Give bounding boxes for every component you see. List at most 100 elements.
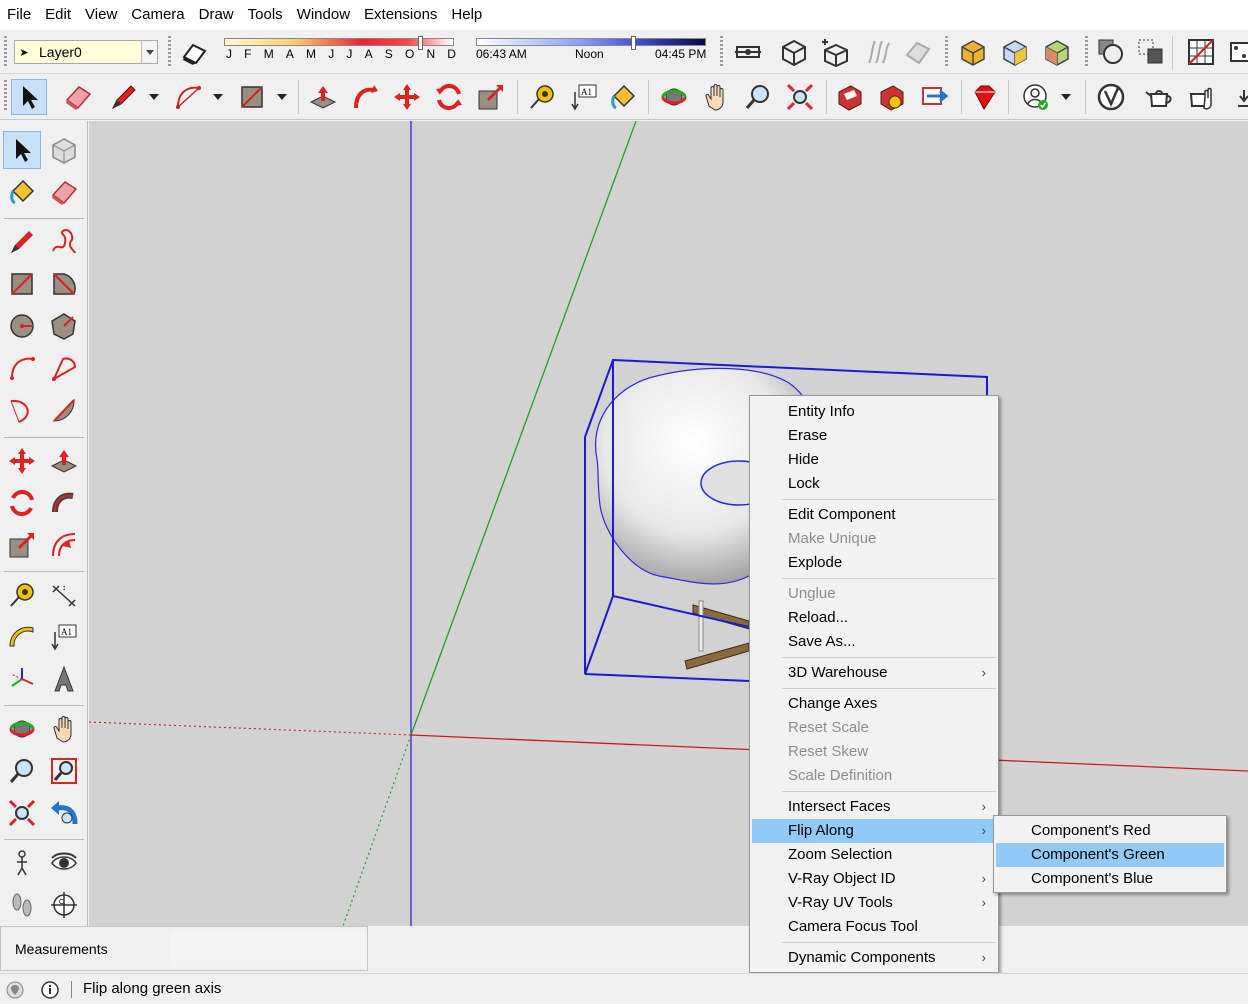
measurements-input[interactable] <box>171 931 365 967</box>
menu-item-edit-component[interactable]: Edit Component <box>752 503 996 527</box>
menu-item-change-axes[interactable]: Change Axes <box>752 692 996 716</box>
toolbar-grip[interactable] <box>720 36 723 68</box>
extension-warehouse-icon[interactable] <box>874 79 910 115</box>
axes-icon[interactable] <box>3 660 41 698</box>
chevron-down-icon[interactable] <box>149 79 159 115</box>
orbit-icon[interactable] <box>3 710 41 748</box>
move-icon[interactable] <box>3 442 41 480</box>
time-slider-track[interactable] <box>476 38 706 46</box>
interactive-render-icon[interactable] <box>1183 79 1219 115</box>
toolbar-overflow-icon[interactable] <box>1227 79 1248 115</box>
zoom-window-icon[interactable] <box>45 752 83 790</box>
menu-file[interactable]: File <box>0 0 38 30</box>
toolbar-grip[interactable] <box>945 36 948 68</box>
freehand-icon[interactable] <box>45 223 83 261</box>
follow-me-icon[interactable] <box>347 79 383 115</box>
three-point-arc-icon[interactable] <box>3 391 41 429</box>
time-slider-thumb[interactable] <box>631 36 636 50</box>
eraser-icon[interactable] <box>60 79 96 115</box>
circle-icon[interactable] <box>3 307 41 345</box>
position-camera-icon[interactable] <box>3 844 41 882</box>
style-shaded-icon[interactable] <box>997 34 1033 70</box>
pencil-icon[interactable] <box>106 79 142 115</box>
chevron-down-icon[interactable] <box>277 79 287 115</box>
follow-me-icon[interactable] <box>45 484 83 522</box>
walk-icon[interactable] <box>3 886 41 924</box>
menu-edit[interactable]: Edit <box>38 0 78 30</box>
geo-location-icon[interactable] <box>5 980 25 1000</box>
menu-item-save-as[interactable]: Save As... <box>752 630 996 654</box>
box-add-icon[interactable] <box>818 34 854 70</box>
rectangle-icon[interactable] <box>234 79 270 115</box>
menu-extensions[interactable]: Extensions <box>357 0 444 30</box>
text-tool-icon[interactable]: A1 <box>45 618 83 656</box>
chair-base[interactable] <box>684 600 750 670</box>
pie-icon[interactable] <box>45 391 83 429</box>
orbit-icon[interactable] <box>656 79 692 115</box>
menu-item-camera-focus-tool[interactable]: Camera Focus Tool <box>752 915 996 939</box>
menu-item-erase[interactable]: Erase <box>752 424 996 448</box>
chevron-down-icon[interactable] <box>141 41 157 63</box>
zoom-extents-icon[interactable] <box>3 794 41 832</box>
chevron-down-icon[interactable] <box>1061 79 1071 115</box>
info-icon[interactable] <box>40 980 60 1000</box>
dice-icon[interactable] <box>1222 34 1248 70</box>
move-icon[interactable] <box>389 79 425 115</box>
eraser-layer-icon[interactable] <box>176 34 212 70</box>
toolbar-grip[interactable] <box>168 36 171 68</box>
intersect-icon[interactable] <box>1133 34 1169 70</box>
vray-logo-icon[interactable] <box>1093 79 1129 115</box>
section-plane-icon[interactable]: C <box>45 886 83 924</box>
menu-window[interactable]: Window <box>290 0 357 30</box>
pan-hand-icon[interactable] <box>698 79 734 115</box>
select-tool-icon[interactable] <box>11 79 47 115</box>
paint-bucket-icon[interactable] <box>3 173 41 211</box>
3d-text-icon[interactable] <box>45 660 83 698</box>
eraser-icon[interactable] <box>45 173 83 211</box>
offset-icon[interactable] <box>45 526 83 564</box>
menu-tools[interactable]: Tools <box>241 0 290 30</box>
toolbar-grip[interactable] <box>4 36 7 68</box>
menu-item-dynamic-components[interactable]: Dynamic Components › <box>752 946 996 970</box>
style-textured-icon[interactable] <box>1039 34 1075 70</box>
zoom-icon[interactable] <box>740 79 776 115</box>
menu-item-component-blue[interactable]: Component's Blue <box>996 867 1224 891</box>
menu-item-component-green[interactable]: Component's Green <box>996 843 1224 867</box>
menu-item-component-red[interactable]: Component's Red <box>996 819 1224 843</box>
arc-icon[interactable] <box>170 79 206 115</box>
menu-draw[interactable]: Draw <box>192 0 241 30</box>
paint-bucket-icon[interactable] <box>605 79 641 115</box>
account-icon[interactable] <box>1018 79 1054 115</box>
push-pull-icon[interactable] <box>45 442 83 480</box>
tape-measure-icon[interactable] <box>524 79 560 115</box>
two-point-arc-icon[interactable] <box>45 349 83 387</box>
modeling-viewport[interactable] <box>89 121 1248 926</box>
menu-item-entity-info[interactable]: Entity Info <box>752 400 996 424</box>
style-xray-icon[interactable] <box>955 34 991 70</box>
previous-view-icon[interactable] <box>45 794 83 832</box>
menu-item-lock[interactable]: Lock <box>752 472 996 496</box>
menu-item-hide[interactable]: Hide <box>752 448 996 472</box>
menu-item-zoom-selection[interactable]: Zoom Selection <box>752 843 996 867</box>
text-tool-icon[interactable]: A1 <box>566 79 602 115</box>
pan-hand-icon[interactable] <box>45 710 83 748</box>
rotated-rectangle-icon[interactable] <box>45 265 83 303</box>
look-around-icon[interactable] <box>45 844 83 882</box>
menu-item-flip-along[interactable]: Flip Along › <box>752 819 996 843</box>
menu-item-vray-object-id[interactable]: V-Ray Object ID › <box>752 867 996 891</box>
menu-item-vray-uv-tools[interactable]: V-Ray UV Tools › <box>752 891 996 915</box>
pencil-icon[interactable] <box>3 223 41 261</box>
make-component-icon[interactable] <box>45 131 83 169</box>
zoom-extents-icon[interactable] <box>782 79 818 115</box>
toolbar-grip[interactable] <box>1085 36 1088 68</box>
ruby-console-icon[interactable] <box>966 79 1002 115</box>
zoom-icon[interactable] <box>3 752 41 790</box>
section-plane-icon[interactable] <box>730 34 766 70</box>
scene-canvas[interactable] <box>89 121 1248 926</box>
scale-icon[interactable] <box>473 79 509 115</box>
teapot-icon[interactable] <box>1141 79 1177 115</box>
chevron-down-icon[interactable] <box>213 79 223 115</box>
share-model-icon[interactable] <box>916 79 952 115</box>
select-tool-icon[interactable] <box>3 131 41 169</box>
rectangle-icon[interactable] <box>3 265 41 303</box>
